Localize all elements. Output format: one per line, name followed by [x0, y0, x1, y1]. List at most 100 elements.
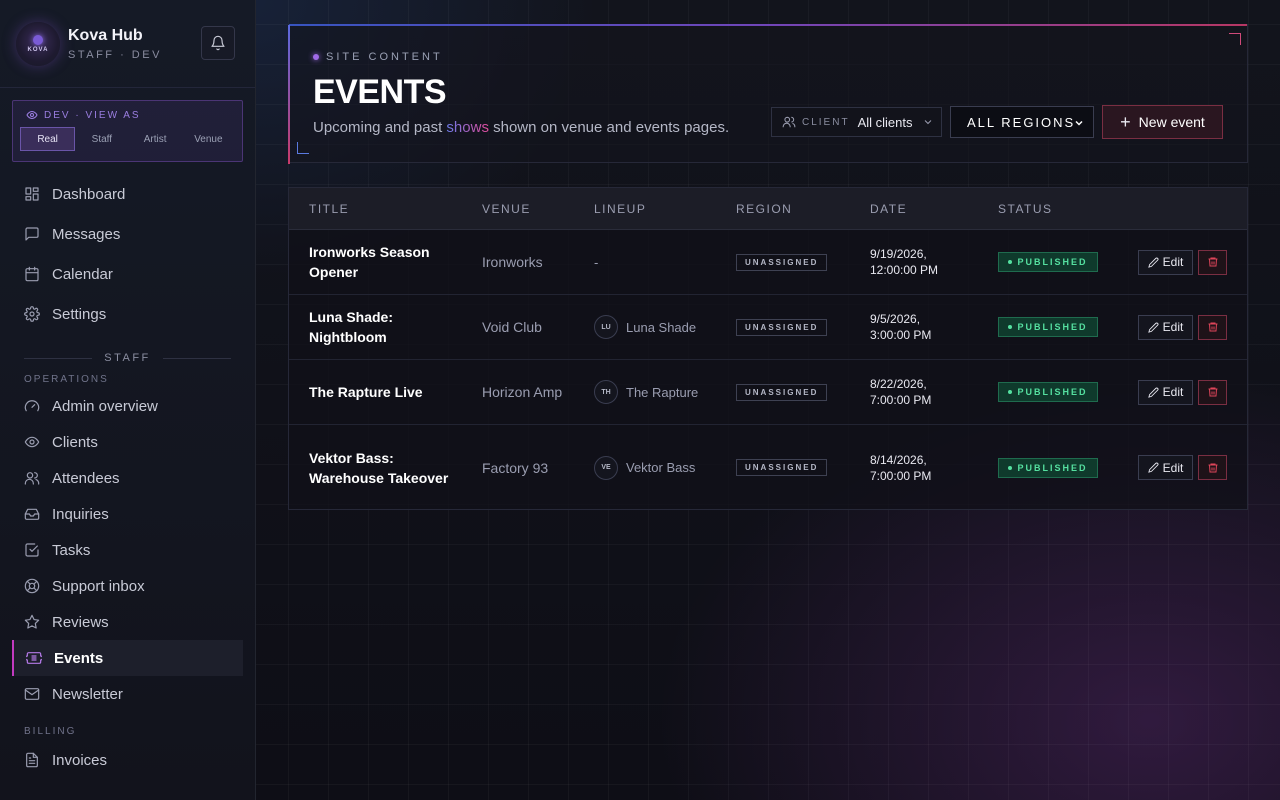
delete-button[interactable] [1198, 379, 1227, 405]
event-title: Ironworks Season Opener [309, 244, 430, 280]
region-badge: UNASSIGNED [736, 253, 828, 271]
column-header-title: TITLE [309, 201, 350, 216]
lifebuoy-icon [24, 578, 40, 594]
corner-accent [297, 142, 309, 154]
delete-button[interactable] [1198, 455, 1227, 480]
users-icon [24, 472, 40, 485]
inbox-icon [24, 508, 40, 520]
edit-button[interactable]: Edit [1138, 249, 1193, 275]
event-date: 8/22/2026, 7:00:00 PM [870, 377, 932, 407]
lineup-artist: The Rapture [626, 384, 699, 400]
sidebar-item-label: Messages [52, 225, 121, 243]
event-lineup: - [594, 230, 598, 294]
sidebar-item-invoices[interactable]: Invoices [0, 740, 255, 780]
column-header-lineup: LINEUP [594, 201, 647, 216]
pencil-icon [1147, 257, 1159, 268]
eye-icon [24, 436, 40, 448]
sidebar-item-clients[interactable]: Clients [0, 424, 255, 460]
lineup-artist: Luna Shade [626, 319, 697, 335]
pencil-icon [1147, 462, 1159, 473]
sidebar-item-label: Support inbox [52, 577, 145, 595]
view-as-panel: DEV · VIEW AS Real Staff Artist Venue [12, 100, 243, 162]
kova-logo: KOVA [16, 21, 60, 66]
sidebar-item-label: Newsletter [52, 685, 123, 703]
table-row: Ironworks Season Opener Ironworks - UNAS… [289, 230, 1247, 295]
view-as-tab-venue[interactable]: Venue [182, 127, 235, 151]
trash-icon [1208, 322, 1217, 332]
view-as-tab-real[interactable]: Real [20, 127, 76, 151]
sidebar-item-calendar[interactable]: Calendar [0, 254, 255, 294]
event-title: Vektor Bass: Warehouse Takeover [309, 449, 449, 486]
pencil-icon [1147, 322, 1159, 333]
dashboard-icon [25, 187, 39, 201]
view-as-tab-artist[interactable]: Artist [129, 127, 182, 151]
sidebar-item-inquiries[interactable]: Inquiries [0, 496, 255, 532]
event-date: 8/14/2026, 7:00:00 PM [870, 452, 932, 483]
artist-avatar: LU [594, 315, 618, 339]
brand-header: KOVA Kova Hub STAFF · DEV [0, 0, 255, 88]
delete-button[interactable] [1198, 314, 1227, 340]
sidebar-item-tasks[interactable]: Tasks [0, 532, 255, 568]
view-as-tabs: Real Staff Artist Venue [20, 127, 235, 151]
status-dot-icon [1008, 260, 1013, 264]
delete-button[interactable] [1198, 249, 1227, 275]
status-badge: PUBLISHED [998, 457, 1098, 478]
table-row: Vektor Bass: Warehouse Takeover Factory … [289, 425, 1247, 510]
lineup-empty: - [594, 254, 599, 270]
edit-button[interactable]: Edit [1138, 314, 1193, 340]
users-icon [782, 116, 796, 128]
sidebar-item-attendees[interactable]: Attendees [0, 460, 255, 496]
edit-button[interactable]: Edit [1138, 379, 1193, 405]
column-header-venue: VENUE [482, 201, 531, 216]
client-filter-value: All clients [857, 114, 913, 130]
region-badge: UNASSIGNED [736, 459, 828, 476]
sidebar-nav: Dashboard Messages Calendar Settings STA… [0, 174, 255, 780]
chevron-down-icon [1075, 120, 1083, 126]
column-header-region: REGION [736, 201, 793, 216]
page-description: Upcoming and past shows shown on venue a… [313, 119, 730, 136]
client-filter-dropdown[interactable]: CLIENT All clients [771, 107, 942, 137]
section-label-operations: OPERATIONS [24, 373, 109, 385]
event-title: The Rapture Live [309, 384, 423, 400]
document-icon [26, 752, 38, 768]
view-as-tab-staff[interactable]: Staff [75, 127, 128, 151]
event-lineup: LU Luna Shade [594, 295, 696, 359]
trash-icon [1208, 257, 1217, 267]
sidebar-item-events[interactable]: Events [12, 640, 243, 676]
sidebar: KOVA Kova Hub STAFF · DEV DEV · VIEW AS … [0, 0, 256, 800]
sidebar-item-label: Attendees [52, 469, 120, 487]
status-badge: PUBLISHED [998, 382, 1098, 402]
sidebar-item-messages[interactable]: Messages [0, 214, 255, 254]
sidebar-item-label: Inquiries [52, 505, 109, 523]
status-dot-icon [1008, 325, 1013, 329]
corner-accent [1229, 33, 1241, 45]
staff-divider: STAFF [24, 352, 231, 364]
gear-icon [24, 306, 40, 322]
event-date: 9/19/2026, 12:00:00 PM [870, 247, 939, 277]
event-venue: Horizon Amp [482, 384, 563, 400]
page-header: SITE CONTENT EVENTS Upcoming and past sh… [288, 24, 1248, 164]
calendar-icon [25, 266, 39, 282]
new-event-button[interactable]: + New event [1102, 105, 1223, 139]
region-badge: UNASSIGNED [736, 318, 828, 336]
edit-button[interactable]: Edit [1138, 455, 1193, 480]
sidebar-item-support-inbox[interactable]: Support inbox [0, 568, 255, 604]
trash-icon [1208, 463, 1217, 472]
sidebar-item-admin-overview[interactable]: Admin overview [0, 388, 255, 424]
region-select[interactable]: ALL REGIONS [950, 106, 1094, 138]
region-badge: UNASSIGNED [736, 383, 828, 401]
star-icon [24, 614, 40, 629]
pencil-icon [1147, 387, 1159, 398]
page-eyebrow: SITE CONTENT [313, 51, 443, 63]
section-label-billing: BILLING [24, 725, 77, 737]
table-row: The Rapture Live Horizon Amp TH The Raptu… [289, 360, 1247, 425]
notifications-button[interactable] [201, 26, 235, 60]
event-title: Luna Shade: Nightbloom [309, 309, 394, 345]
sidebar-item-settings[interactable]: Settings [0, 294, 255, 334]
eye-icon [26, 110, 38, 120]
event-venue: Void Club [482, 319, 542, 335]
status-dot-icon [1008, 465, 1013, 470]
sidebar-item-reviews[interactable]: Reviews [0, 604, 255, 640]
sidebar-item-dashboard[interactable]: Dashboard [0, 174, 255, 214]
sidebar-item-newsletter[interactable]: Newsletter [0, 676, 255, 712]
